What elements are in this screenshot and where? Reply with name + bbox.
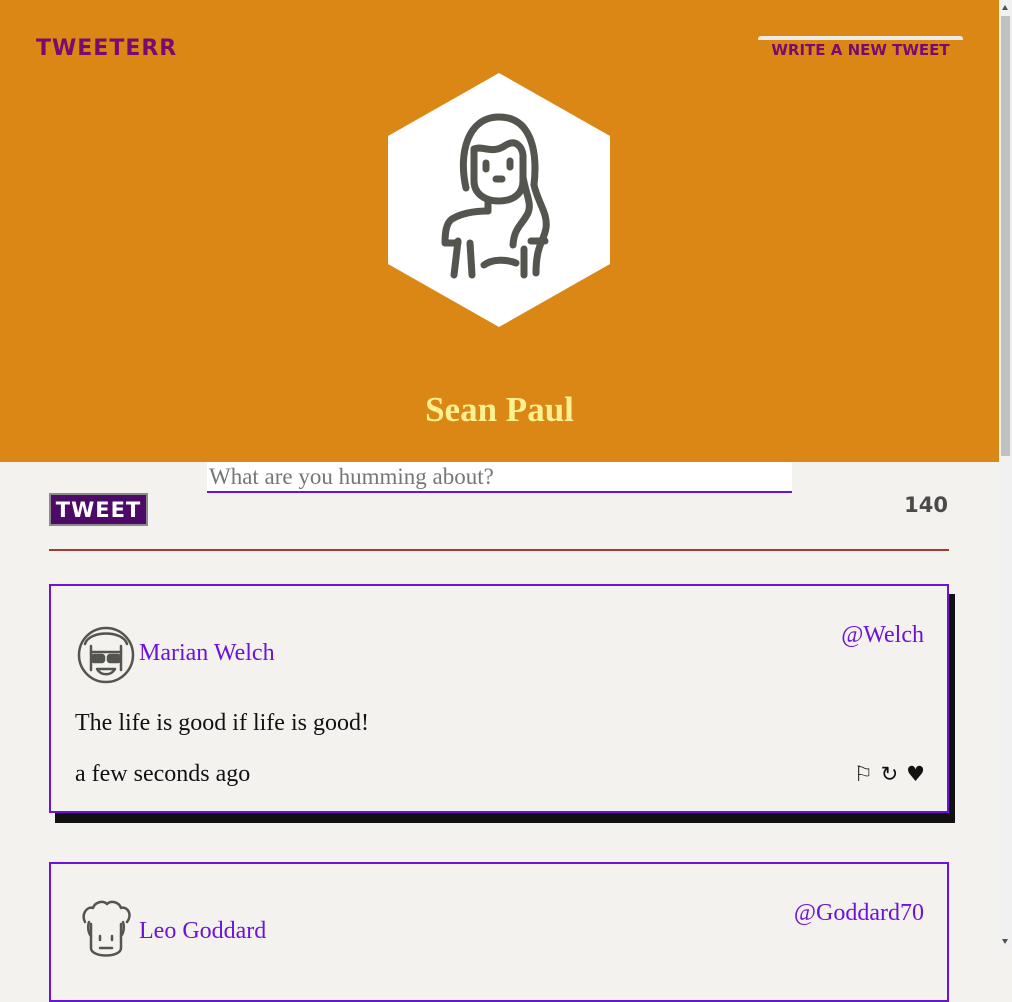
profile-header: TWEETERR WRITE A NEW TWEET Sean Paul bbox=[0, 0, 999, 462]
write-new-tweet-button[interactable]: WRITE A NEW TWEET bbox=[758, 36, 963, 59]
page-scrollbar[interactable] bbox=[999, 0, 1012, 949]
flag-icon[interactable]: ⚐ bbox=[854, 762, 873, 786]
scrollbar-thumb[interactable] bbox=[1001, 16, 1010, 456]
profile-name: Sean Paul bbox=[425, 390, 574, 429]
character-counter: 140 bbox=[904, 493, 948, 517]
tweet-author-name[interactable]: Leo Goddard bbox=[139, 918, 266, 945]
tweet-author-handle[interactable]: @Goddard70 bbox=[794, 900, 924, 927]
tweet-timestamp: a few seconds ago bbox=[75, 761, 251, 787]
tweet-card: Leo Goddard @Goddard70 bbox=[49, 862, 949, 1002]
tweet-actions: ⚐ ↻ ♥ bbox=[854, 762, 925, 786]
retweet-icon[interactable]: ↻ bbox=[881, 762, 899, 786]
tweet-card: Marian Welch @Welch The life is good if … bbox=[49, 584, 949, 813]
tweet-author-handle[interactable]: @Welch bbox=[841, 622, 924, 649]
woman-avatar-icon bbox=[388, 73, 610, 327]
scroll-down-arrow-icon[interactable] bbox=[1002, 939, 1008, 944]
scroll-up-arrow-icon[interactable] bbox=[1002, 5, 1008, 10]
tweet-button[interactable]: TWEET bbox=[49, 493, 148, 526]
brand-logo[interactable]: TWEETERR bbox=[36, 36, 177, 61]
woman-sunglasses-avatar-icon bbox=[77, 626, 135, 684]
like-icon[interactable]: ♥ bbox=[906, 762, 925, 786]
composer-divider bbox=[49, 549, 949, 551]
tweet-input[interactable] bbox=[207, 462, 792, 493]
tweet-text: The life is good if life is good! bbox=[75, 710, 369, 736]
tweet-author-name[interactable]: Marian Welch bbox=[139, 640, 275, 667]
curly-hair-man-avatar-icon bbox=[82, 900, 131, 957]
